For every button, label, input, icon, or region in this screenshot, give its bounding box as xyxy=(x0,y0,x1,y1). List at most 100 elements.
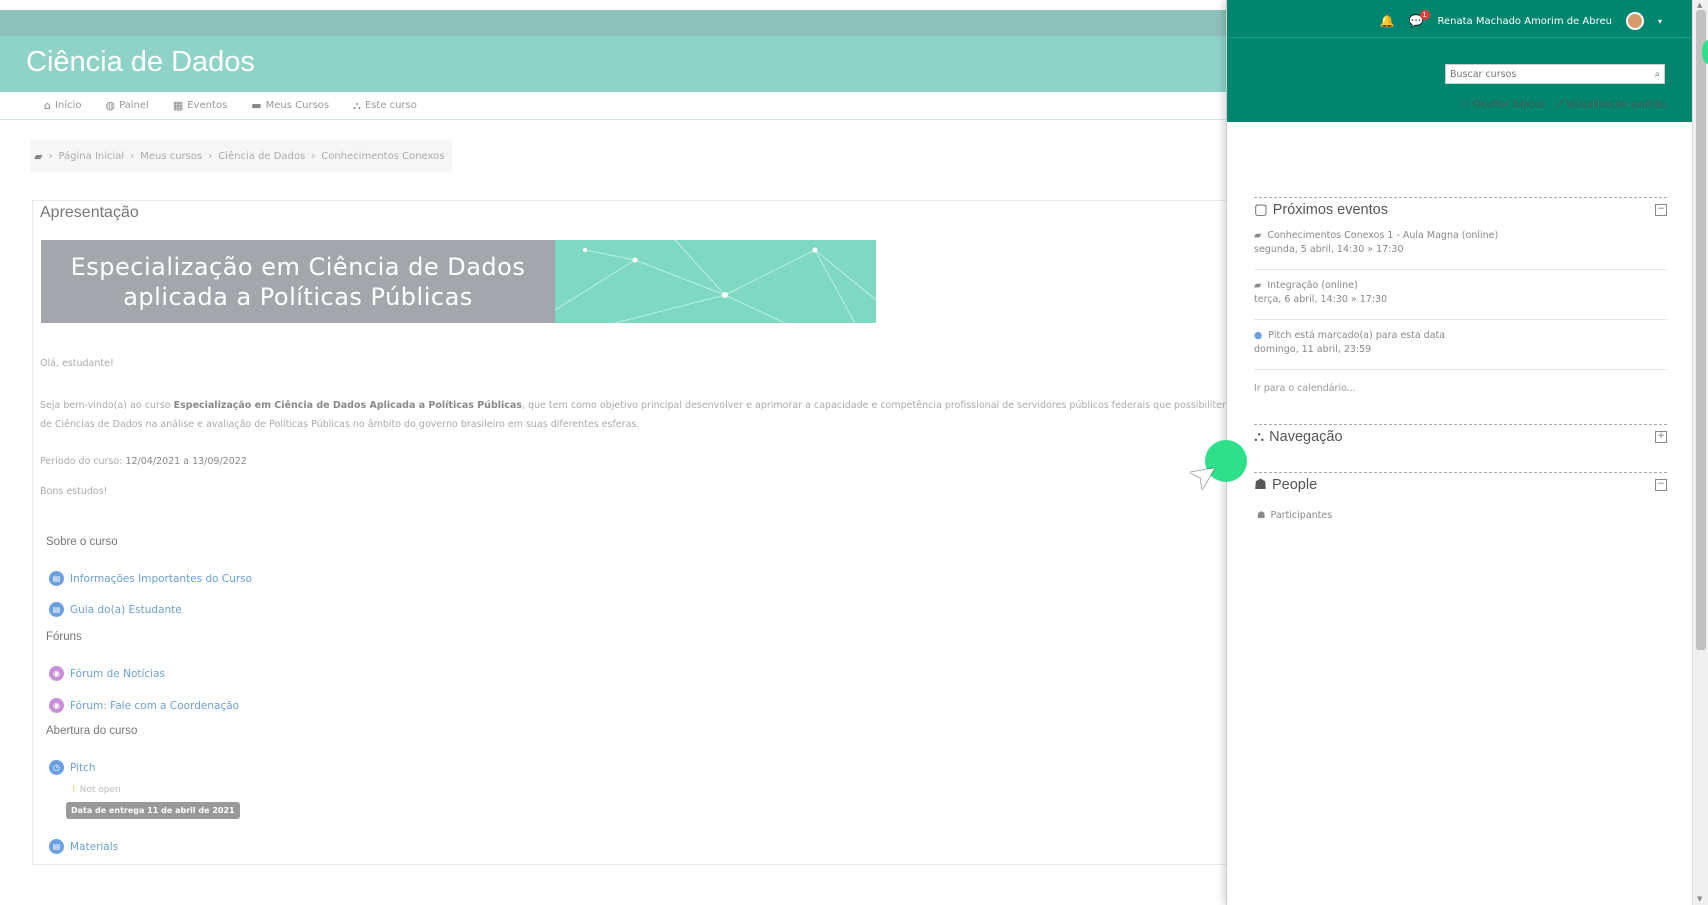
graduation-cap-icon: ▰ xyxy=(1254,280,1262,291)
breadcrumb-item[interactable]: Página Inicial xyxy=(58,151,124,162)
top-navbar xyxy=(0,10,1230,36)
search-icon[interactable]: ⌕ xyxy=(1655,69,1660,80)
nav-item-este-curso[interactable]: ⛬ Este curso xyxy=(353,99,417,113)
banner-text: Especialização em Ciência de Dados aplic… xyxy=(41,240,555,323)
page: Ciência de Dados ⌂ Início ◍ Painel ▦ Eve… xyxy=(0,0,1708,905)
block-upcoming-events: ▢ Próximos eventos − xyxy=(1254,197,1667,218)
courses-icon: ▬ xyxy=(251,99,262,112)
collapse-icon[interactable]: − xyxy=(1655,479,1667,491)
expand-icon: ⤢ xyxy=(1554,99,1563,110)
default-view-button[interactable]: ⤢ Visualização padrão xyxy=(1555,99,1666,110)
activity-pitch[interactable]: ◷ Pitch xyxy=(49,760,96,775)
activity-label: Fórum de Notícias xyxy=(70,667,165,680)
calendar-link[interactable]: Ir para o calendário... xyxy=(1254,383,1356,394)
nav-item-painel[interactable]: ◍ Painel xyxy=(105,99,148,112)
event-link[interactable]: ▰ Conhecimentos Conexos 1 - Aula Magna (o… xyxy=(1254,230,1667,241)
event-item: ▰ Conhecimentos Conexos 1 - Aula Magna (o… xyxy=(1254,230,1667,270)
activity-forum-coordenacao[interactable]: ◉ Fórum: Fale com a Coordenação xyxy=(49,698,239,713)
nav-label: Início xyxy=(54,100,82,111)
edge-indicator xyxy=(1702,40,1708,64)
due-date-badge: Data de entrega 11 de abril de 2021 xyxy=(66,802,240,819)
folder-icon: ▰ xyxy=(34,149,43,163)
sitemap-icon: ⛬ xyxy=(353,98,361,112)
breadcrumb-item[interactable]: Meus cursos xyxy=(140,151,202,162)
message-count-badge: 1 xyxy=(1419,10,1430,20)
welcome-text-line2: de Ciências de Dados na análise e avalia… xyxy=(40,419,640,430)
nav-item-eventos[interactable]: ▦ Eventos xyxy=(173,99,227,112)
course-title: Ciência de Dados xyxy=(26,46,255,78)
scroll-thumb[interactable] xyxy=(1696,10,1706,650)
activity-guia-estudante[interactable]: ▤ Guia do(a) Estudante xyxy=(49,602,182,617)
expand-icon[interactable]: + xyxy=(1655,431,1667,443)
block-title: ☗ People xyxy=(1254,477,1318,493)
greeting-text: Olá, estudante! xyxy=(40,358,114,369)
warning-icon: ! xyxy=(72,785,76,795)
group-sobre-curso: Sobre o curso xyxy=(46,536,118,548)
group-abertura: Abertura do curso xyxy=(46,725,138,737)
course-period: Período do curso: 12/04/2021 a 13/09/202… xyxy=(40,456,247,467)
nav-label: Meus Cursos xyxy=(265,100,330,111)
banner-line-2: aplicada a Políticas Públicas xyxy=(123,282,473,311)
home-icon: ⌂ xyxy=(44,99,51,112)
hide-blocks-button[interactable]: ▭ Ocultar blocos xyxy=(1461,99,1545,110)
activity-materials[interactable]: ▤ Materials xyxy=(49,839,118,854)
event-link[interactable]: ▰ Integração (online) xyxy=(1254,280,1667,291)
activity-label: Guia do(a) Estudante xyxy=(70,603,182,616)
sitemap-icon: ⛬ xyxy=(1254,429,1265,445)
nav-item-meus-cursos[interactable]: ▬ Meus Cursos xyxy=(251,99,329,112)
bell-icon[interactable]: 🔔 xyxy=(1380,14,1395,28)
not-open-label: Not open xyxy=(79,785,121,795)
page-icon: ▤ xyxy=(49,571,64,586)
event-item: ▰ Integração (online) terça, 6 abril, 14:… xyxy=(1254,280,1667,320)
scroll-up-icon[interactable]: ▲ xyxy=(1697,1,1702,9)
collapse-icon[interactable]: − xyxy=(1655,204,1667,216)
event-time: segunda, 5 abril, 14:30 » 17:30 xyxy=(1254,244,1404,255)
event-time: domingo, 11 abril, 23:59 xyxy=(1254,344,1372,355)
banner-line-1: Especialização em Ciência de Dados xyxy=(70,252,526,281)
search-input[interactable] xyxy=(1450,68,1630,80)
breadcrumb-item[interactable]: Conhecimentos Conexos xyxy=(321,151,444,162)
welcome-text: Seja bem-vindo(a) ao curso Especializaçã… xyxy=(40,400,1356,411)
breadcrumb: ▰ › Página Inicial › Meus cursos › Ciênc… xyxy=(30,140,453,172)
block-drawer: 🔔 💬1 Renata Machado Amorim de Abreu ▾ ⌕ … xyxy=(1226,0,1693,905)
course-nav: ⌂ Início ◍ Painel ▦ Eventos ▬ Meus Curso… xyxy=(0,92,1230,120)
activity-forum-noticias[interactable]: ◉ Fórum de Notícias xyxy=(49,666,165,681)
forum-icon: ◉ xyxy=(49,666,64,681)
block-navigation: ⛬ Navegação + xyxy=(1254,424,1667,445)
users-icon: ☗ xyxy=(1254,477,1267,493)
activity-label: Materials xyxy=(70,840,119,853)
nav-label: Painel xyxy=(119,100,149,111)
calendar-icon: ▢ xyxy=(1254,202,1268,218)
forum-icon: ◉ xyxy=(49,698,64,713)
user-name[interactable]: Renata Machado Amorim de Abreu xyxy=(1438,16,1612,27)
user-menu: 🔔 💬 1 Renata Machado Amorim de Abreu ▾ xyxy=(1380,10,1662,30)
block-title: ⛬ Navegação xyxy=(1254,429,1343,445)
chevron-down-icon[interactable]: ▾ xyxy=(1658,17,1662,26)
course-header: Ciência de Dados xyxy=(0,36,1230,92)
chat-icon[interactable]: 💬 1 xyxy=(1409,10,1430,28)
event-item: ● Pitch está marcado(a) para esta data do… xyxy=(1254,330,1667,370)
event-link[interactable]: ● Pitch está marcado(a) para esta data xyxy=(1254,330,1667,341)
dashboard-icon: ◍ xyxy=(105,99,116,112)
group-foruns: Fóruns xyxy=(46,631,82,643)
block-people: ☗ People − xyxy=(1254,472,1667,493)
activity-info-importantes[interactable]: ▤ Informações Importantes do Curso xyxy=(49,571,252,586)
hide-blocks-icon: ▭ xyxy=(1460,99,1470,110)
block-title: ▢ Próximos eventos xyxy=(1254,202,1388,218)
graduation-cap-icon: ▰ xyxy=(1254,230,1262,241)
closing-text: Bons estudos! xyxy=(40,486,108,497)
nav-label: Este curso xyxy=(364,100,417,111)
scroll-down-icon[interactable]: ▼ xyxy=(1697,895,1702,903)
activity-label: Informações Importantes do Curso xyxy=(70,572,253,585)
scrollbar[interactable]: ▲ ▼ xyxy=(1692,0,1708,905)
breadcrumb-item[interactable]: Ciência de Dados xyxy=(218,151,305,162)
avatar[interactable] xyxy=(1625,12,1644,30)
section-title: Apresentação xyxy=(40,204,139,221)
participants-link[interactable]: ☗ Participantes xyxy=(1257,510,1332,521)
event-time: terça, 6 abril, 14:30 » 17:30 xyxy=(1254,294,1388,305)
folder-icon: ▤ xyxy=(49,839,64,854)
calendar-icon: ▦ xyxy=(172,99,184,112)
page-icon: ▤ xyxy=(49,602,64,617)
not-open-status: ! Not open xyxy=(72,785,121,795)
nav-item-inicio[interactable]: ⌂ Início xyxy=(44,99,81,112)
